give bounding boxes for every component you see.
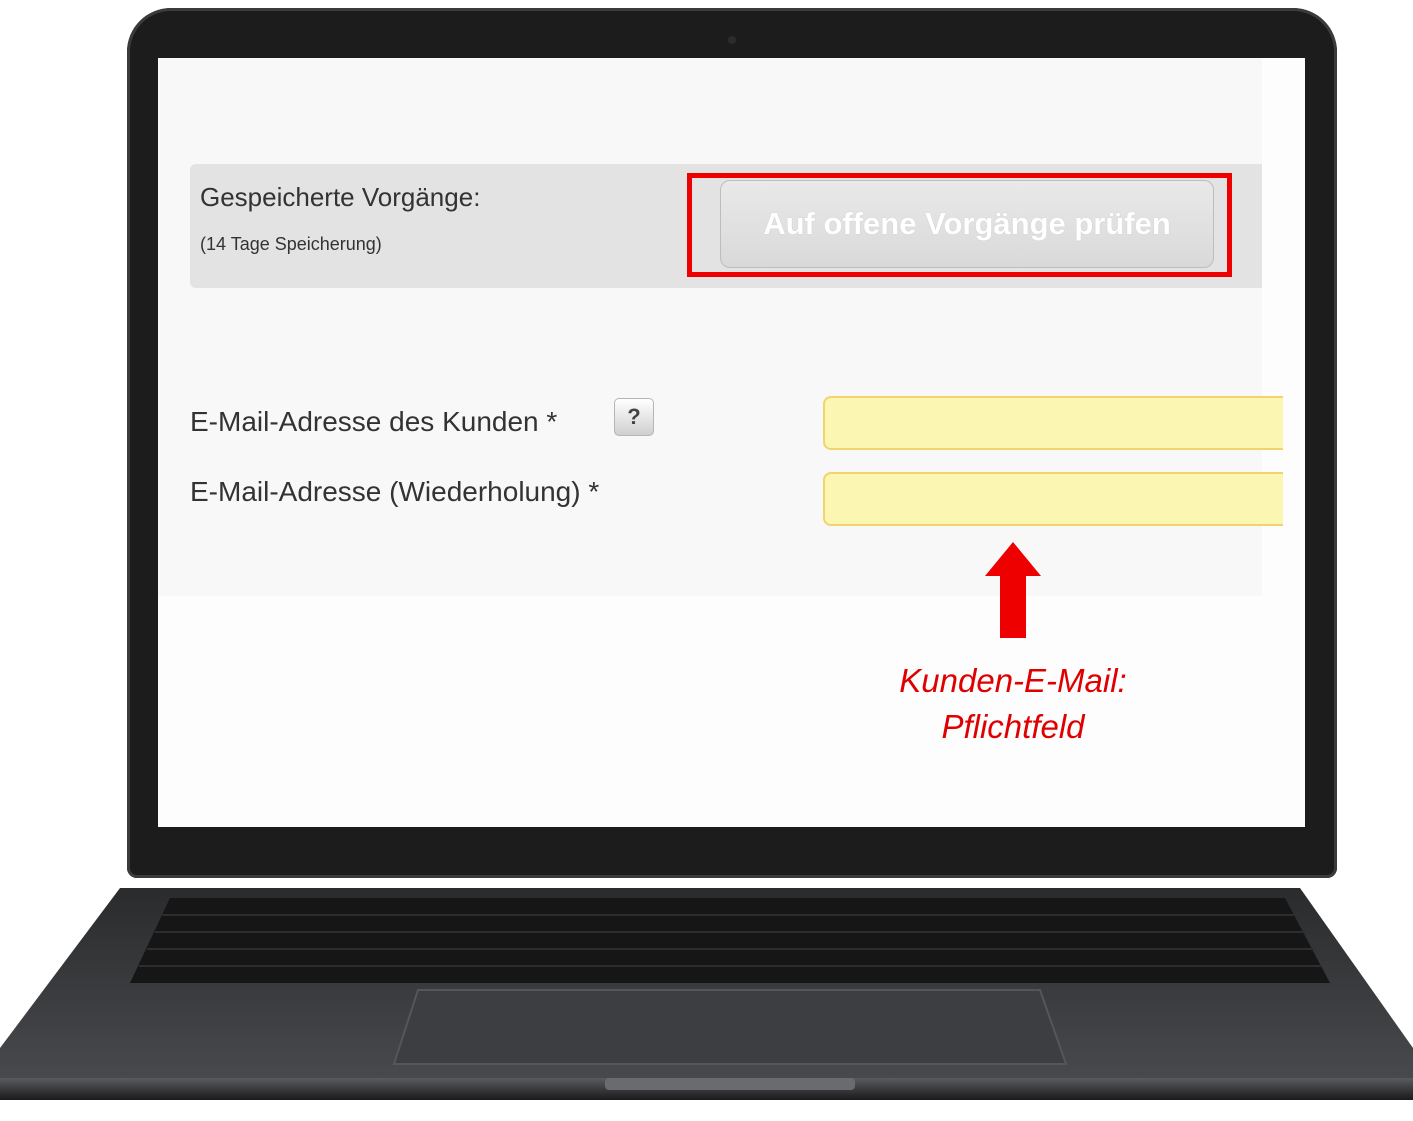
arrow-up-icon (985, 542, 1041, 638)
customer-email-field[interactable] (823, 396, 1283, 450)
camera-icon (728, 36, 736, 44)
laptop-keyboard-base (0, 888, 1413, 1100)
form-panel: Gespeicherte Vorgänge: (14 Tage Speicher… (158, 58, 1283, 596)
annotation-line-1: Kunden-E-Mail: (899, 662, 1127, 699)
annotation-line-2: Pflichtfeld (941, 708, 1085, 745)
repeat-email-label: E-Mail-Adresse (Wiederholung) * (190, 476, 600, 507)
laptop-screen: Gespeicherte Vorgänge: (14 Tage Speicher… (158, 58, 1305, 827)
help-icon[interactable]: ? (614, 398, 654, 436)
saved-processes-subtitle: (14 Tage Speicherung) (200, 234, 382, 254)
customer-email-label: E-Mail-Adresse des Kunden * (190, 406, 558, 437)
repeat-email-field[interactable] (823, 472, 1283, 526)
annotation-text: Kunden-E-Mail: Pflichtfeld (848, 658, 1178, 750)
saved-processes-title: Gespeicherte Vorgänge: (200, 182, 481, 212)
check-open-processes-button[interactable]: Auf offene Vorgänge prüfen (720, 180, 1214, 268)
